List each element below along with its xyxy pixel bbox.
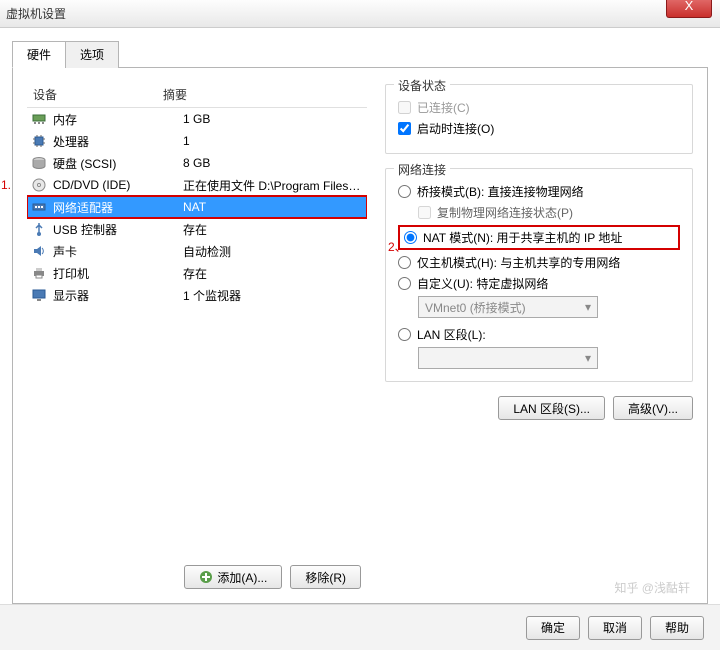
advanced-button[interactable]: 高级(V)... <box>613 396 693 420</box>
device-name: 声卡 <box>53 243 183 260</box>
device-summary: NAT <box>183 200 363 214</box>
connect-on-start-checkbox[interactable]: 启动时连接(O) <box>398 120 680 137</box>
titlebar: 虚拟机设置 X <box>0 0 720 28</box>
network-legend: 网络连接 <box>394 161 450 178</box>
device-row-net[interactable]: 网络适配器NAT <box>27 196 367 218</box>
nat-highlight-box: NAT 模式(N): 用于共享主机的 IP 地址 <box>398 225 680 250</box>
connected-checkbox[interactable]: 已连接(C) <box>398 99 680 116</box>
network-connection-group: 网络连接 桥接模式(B): 直接连接物理网络 复制物理网络连接状态(P) NAT… <box>385 168 693 382</box>
device-list: 内存1 GB处理器1硬盘 (SCSI)8 GBCD/DVD (IDE)正在使用文… <box>27 108 367 557</box>
device-state-legend: 设备状态 <box>394 77 450 94</box>
device-row-cd[interactable]: CD/DVD (IDE)正在使用文件 D:\Program Files\VM..… <box>27 174 367 196</box>
usb-icon <box>31 221 47 237</box>
device-state-group: 设备状态 已连接(C) 启动时连接(O) <box>385 84 693 154</box>
add-button[interactable]: 添加(A)... <box>184 565 282 589</box>
disk-icon <box>31 155 47 171</box>
col-summary: 摘要 <box>163 86 361 103</box>
sound-icon <box>31 243 47 259</box>
device-row-display[interactable]: 显示器1 个监视器 <box>27 284 367 306</box>
device-summary: 8 GB <box>183 156 363 170</box>
lan-segment-radio[interactable]: LAN 区段(L): <box>398 326 680 343</box>
lan-segments-button[interactable]: LAN 区段(S)... <box>498 396 605 420</box>
cd-icon <box>31 177 47 193</box>
display-icon <box>31 287 47 303</box>
custom-radio[interactable]: 自定义(U): 特定虚拟网络 <box>398 275 680 292</box>
device-name: 打印机 <box>53 265 183 282</box>
device-summary: 存在 <box>183 221 363 238</box>
remove-button[interactable]: 移除(R) <box>290 565 361 589</box>
device-name: 网络适配器 <box>53 199 183 216</box>
add-icon <box>199 570 213 584</box>
chevron-down-icon: ▾ <box>585 300 591 314</box>
nat-radio[interactable]: NAT 模式(N): 用于共享主机的 IP 地址 <box>404 229 674 246</box>
lan-combo: ▾ <box>418 347 598 369</box>
close-button[interactable]: X <box>666 0 712 18</box>
ok-button[interactable]: 确定 <box>526 616 580 640</box>
net-icon <box>31 199 47 215</box>
window-title: 虚拟机设置 <box>6 5 66 22</box>
device-summary: 正在使用文件 D:\Program Files\VM... <box>183 177 363 194</box>
device-summary: 1 GB <box>183 112 363 126</box>
tab-options[interactable]: 选项 <box>65 41 119 68</box>
chevron-down-icon: ▾ <box>585 351 591 365</box>
bridge-radio[interactable]: 桥接模式(B): 直接连接物理网络 <box>398 183 680 200</box>
device-row-memory[interactable]: 内存1 GB <box>27 108 367 130</box>
device-summary: 1 <box>183 134 363 148</box>
device-name: 显示器 <box>53 287 183 304</box>
device-name: 内存 <box>53 111 183 128</box>
device-summary: 1 个监视器 <box>183 287 363 304</box>
device-row-sound[interactable]: 声卡自动检测 <box>27 240 367 262</box>
device-name: 硬盘 (SCSI) <box>53 155 183 172</box>
cancel-button[interactable]: 取消 <box>588 616 642 640</box>
device-name: USB 控制器 <box>53 221 183 238</box>
printer-icon <box>31 265 47 281</box>
tab-hardware[interactable]: 硬件 <box>12 41 66 68</box>
help-button[interactable]: 帮助 <box>650 616 704 640</box>
device-name: 处理器 <box>53 133 183 150</box>
col-device: 设备 <box>33 86 163 103</box>
hostonly-radio[interactable]: 仅主机模式(H): 与主机共享的专用网络 <box>398 254 680 271</box>
dialog-buttons: 确定 取消 帮助 <box>0 604 720 650</box>
device-header: 设备 摘要 <box>27 82 367 108</box>
device-row-cpu[interactable]: 处理器1 <box>27 130 367 152</box>
device-summary: 存在 <box>183 265 363 282</box>
vmnet-combo: VMnet0 (桥接模式)▾ <box>418 296 598 318</box>
device-row-usb[interactable]: USB 控制器存在 <box>27 218 367 240</box>
device-row-printer[interactable]: 打印机存在 <box>27 262 367 284</box>
device-row-disk[interactable]: 硬盘 (SCSI)8 GB <box>27 152 367 174</box>
tab-strip: 硬件 选项 <box>12 40 708 68</box>
device-name: CD/DVD (IDE) <box>53 178 183 192</box>
watermark: 知乎 @浅酤轩 <box>614 579 690 596</box>
replicate-checkbox: 复制物理网络连接状态(P) <box>418 204 680 221</box>
device-summary: 自动检测 <box>183 243 363 260</box>
memory-icon <box>31 111 47 127</box>
cpu-icon <box>31 133 47 149</box>
